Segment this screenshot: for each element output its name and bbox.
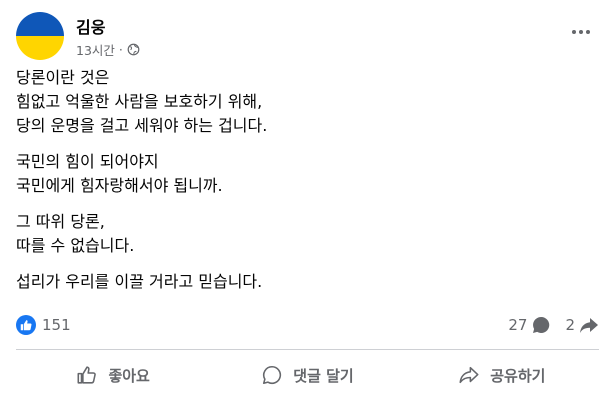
text-line: 당의 운명을 걸고 세워야 하는 겁니다. bbox=[16, 116, 268, 135]
engagement-stats: 27 2 bbox=[508, 315, 599, 335]
text-line: 그 따위 당론, bbox=[16, 212, 105, 231]
text-line: 섭리가 우리를 이끌 거라고 믿습니다. bbox=[16, 272, 263, 291]
comment-icon bbox=[263, 365, 282, 385]
more-dot bbox=[586, 30, 590, 34]
paragraph: 섭리가 우리를 이끌 거라고 믿습니다. bbox=[16, 270, 599, 294]
like-count: 151 bbox=[42, 316, 71, 334]
globe-icon[interactable] bbox=[127, 43, 140, 56]
share-icon bbox=[459, 366, 479, 384]
comment-label: 댓글 달기 bbox=[293, 366, 354, 385]
text-line: 따를 수 없습니다. bbox=[16, 236, 135, 255]
action-bar: 좋아요 댓글 달기 공유하기 bbox=[16, 354, 599, 396]
post-time[interactable]: 13시간 bbox=[76, 40, 115, 59]
comment-bubble-icon bbox=[533, 316, 550, 333]
text-line: 국민의 힘이 되어야지 bbox=[16, 152, 159, 171]
reactions-summary[interactable]: 151 bbox=[16, 315, 71, 335]
more-dot bbox=[579, 30, 583, 34]
meta-separator: · bbox=[118, 42, 123, 57]
more-options-icon[interactable] bbox=[567, 22, 595, 42]
paragraph: 당론이란 것은 힘없고 억울한 사람을 보호하기 위해, 당의 운명을 걸고 세… bbox=[16, 66, 599, 138]
comment-count-link[interactable]: 27 bbox=[508, 315, 551, 335]
post-header: 김웅 13시간 · bbox=[16, 12, 599, 64]
paragraph: 국민의 힘이 되어야지 국민에게 힘자랑해서야 됩니까. bbox=[16, 150, 599, 198]
share-count-link[interactable]: 2 bbox=[565, 315, 599, 335]
post-meta: 13시간 · bbox=[76, 40, 140, 59]
avatar[interactable] bbox=[16, 12, 64, 60]
comment-count: 27 bbox=[508, 316, 528, 334]
more-dot bbox=[572, 30, 576, 34]
text-line: 힘없고 억울한 사람을 보호하기 위해, bbox=[16, 92, 263, 111]
like-button[interactable]: 좋아요 bbox=[16, 354, 210, 396]
like-reaction-icon bbox=[16, 315, 36, 335]
share-count: 2 bbox=[565, 316, 575, 334]
facebook-post: 김웅 13시간 · 당론이란 것은 힘없고 억울한 사람을 보호하기 위해, 당… bbox=[0, 0, 615, 402]
share-arrow-icon bbox=[580, 318, 598, 333]
post-body: 당론이란 것은 힘없고 억울한 사람을 보호하기 위해, 당의 운명을 걸고 세… bbox=[16, 66, 599, 306]
text-line: 당론이란 것은 bbox=[16, 68, 110, 87]
like-label: 좋아요 bbox=[108, 366, 150, 385]
divider bbox=[16, 349, 599, 350]
text-line: 국민에게 힘자랑해서야 됩니까. bbox=[16, 176, 223, 195]
share-button[interactable]: 공유하기 bbox=[405, 354, 599, 396]
thumbs-up-icon bbox=[77, 366, 97, 384]
share-label: 공유하기 bbox=[490, 366, 546, 385]
author-name[interactable]: 김웅 bbox=[76, 14, 105, 38]
comment-button[interactable]: 댓글 달기 bbox=[210, 354, 404, 396]
post-stats: 151 27 2 bbox=[16, 312, 599, 338]
paragraph: 그 따위 당론, 따를 수 없습니다. bbox=[16, 210, 599, 258]
